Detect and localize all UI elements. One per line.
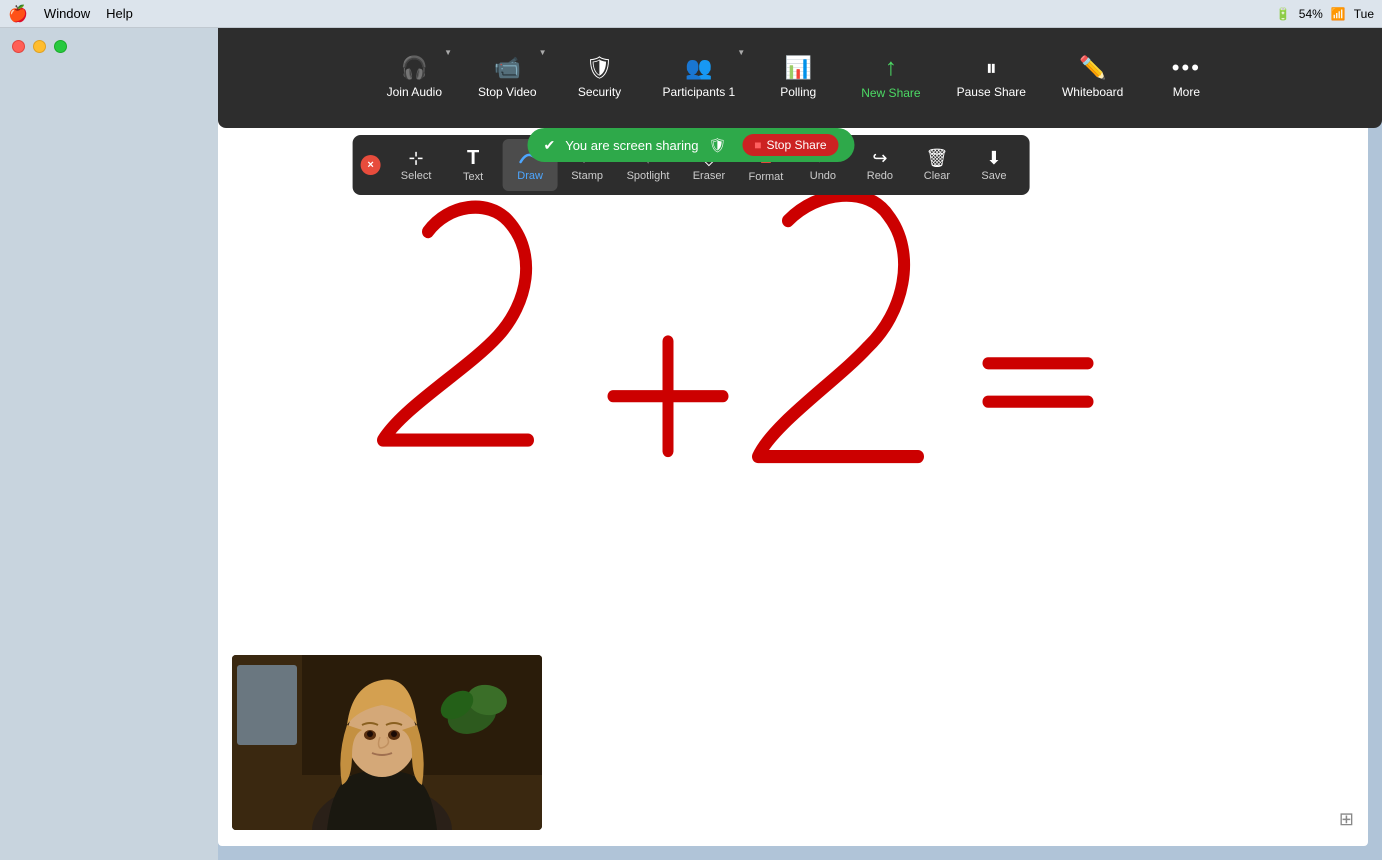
select-tool-button[interactable]: ⊹ Select	[389, 139, 444, 191]
stop-share-dot: ■	[754, 138, 761, 152]
stop-video-label: Stop Video	[478, 85, 537, 99]
menu-bar-right: 🔋 54% 📶 Tue	[1276, 7, 1374, 21]
stop-share-button[interactable]: ■ Stop Share	[742, 134, 838, 156]
maximize-button[interactable]	[54, 40, 67, 53]
security-button[interactable]: 🛡 Security	[555, 38, 645, 118]
more-button[interactable]: ••• More	[1141, 38, 1231, 118]
wifi-icon: 📶	[1331, 7, 1346, 21]
new-share-button[interactable]: ↑ New Share	[843, 38, 938, 118]
participants-arrow: ▼	[737, 48, 745, 57]
text-icon: T	[467, 148, 479, 168]
whiteboard-icon: ✏️	[1079, 57, 1106, 79]
window-sidebar	[0, 28, 218, 860]
clear-label: Clear	[924, 170, 950, 182]
menu-window[interactable]: Window	[44, 6, 90, 21]
zoom-toolbar: ▼ 🎧 Join Audio ▼ 📹 Stop Video 🛡 Security…	[218, 28, 1382, 128]
camera-preview	[232, 655, 542, 830]
menubar-icon-1: 🔋	[1276, 7, 1291, 21]
format-label: Format	[748, 171, 783, 183]
camera-person	[232, 655, 542, 830]
whiteboard-label: Whiteboard	[1062, 85, 1123, 99]
more-label: More	[1173, 85, 1200, 99]
draw-label: Draw	[517, 170, 543, 182]
join-audio-icon: 🎧	[401, 57, 428, 79]
sharing-text: You are screen sharing	[565, 138, 698, 153]
new-share-icon: ↑	[885, 56, 897, 80]
expand-button[interactable]: ⊞	[1339, 809, 1354, 830]
traffic-lights	[12, 40, 67, 53]
redo-label: Redo	[867, 170, 893, 182]
menu-help[interactable]: Help	[106, 6, 133, 21]
security-icon: 🛡	[586, 57, 614, 79]
undo-label: Undo	[810, 170, 836, 182]
select-label: Select	[401, 170, 432, 182]
menu-bar: 🍎 Window Help 🔋 54% 📶 Tue	[0, 0, 1382, 28]
participants-icon: 👥	[685, 57, 712, 79]
more-icon: •••	[1172, 57, 1201, 79]
save-label: Save	[981, 170, 1006, 182]
pause-share-button[interactable]: ⏸ Pause Share	[939, 38, 1044, 118]
sharing-check-icon: ✔	[543, 137, 555, 154]
security-label: Security	[578, 85, 621, 99]
new-share-label: New Share	[861, 86, 920, 100]
close-button[interactable]	[12, 40, 25, 53]
save-icon: ⬇	[986, 149, 1001, 167]
polling-label: Polling	[780, 85, 816, 99]
stop-share-label: Stop Share	[766, 138, 826, 152]
save-tool-button[interactable]: ⬇ Save	[966, 139, 1021, 191]
text-tool-button[interactable]: T Text	[446, 139, 501, 191]
sharing-banner: ✔ You are screen sharing 🛡 ■ Stop Share	[527, 128, 854, 162]
pause-share-icon: ⏸	[986, 57, 997, 79]
clear-icon: 🗑	[925, 149, 948, 167]
stop-video-icon: 📹	[494, 57, 521, 79]
clock: Tue	[1354, 7, 1374, 21]
participants-button[interactable]: ▼ 👥 Participants 1	[645, 38, 754, 118]
select-icon: ⊹	[409, 149, 424, 167]
join-audio-label: Join Audio	[387, 85, 442, 99]
stop-video-arrow: ▼	[539, 48, 547, 57]
join-audio-arrow: ▼	[444, 48, 452, 57]
minimize-button[interactable]	[33, 40, 46, 53]
polling-icon: 📊	[785, 57, 812, 79]
whiteboard-button[interactable]: ✏️ Whiteboard	[1044, 38, 1141, 118]
annotation-close-button[interactable]: ×	[361, 155, 381, 175]
join-audio-button[interactable]: ▼ 🎧 Join Audio	[369, 38, 460, 118]
text-label: Text	[463, 171, 483, 183]
camera-silhouette-svg	[232, 655, 542, 830]
polling-button[interactable]: 📊 Polling	[753, 38, 843, 118]
menu-apple[interactable]: 🍎	[8, 4, 28, 24]
redo-tool-button[interactable]: ↪ Redo	[852, 139, 907, 191]
stop-video-button[interactable]: ▼ 📹 Stop Video	[460, 38, 555, 118]
spotlight-label: Spotlight	[627, 170, 670, 182]
eraser-label: Eraser	[693, 170, 725, 182]
redo-icon: ↪	[872, 149, 887, 167]
clear-tool-button[interactable]: 🗑 Clear	[909, 139, 964, 191]
battery-level: 54%	[1299, 7, 1323, 21]
stamp-label: Stamp	[571, 170, 603, 182]
sharing-shield-icon: 🛡	[708, 137, 726, 154]
pause-share-label: Pause Share	[957, 85, 1026, 99]
participants-label: Participants 1	[663, 85, 736, 99]
